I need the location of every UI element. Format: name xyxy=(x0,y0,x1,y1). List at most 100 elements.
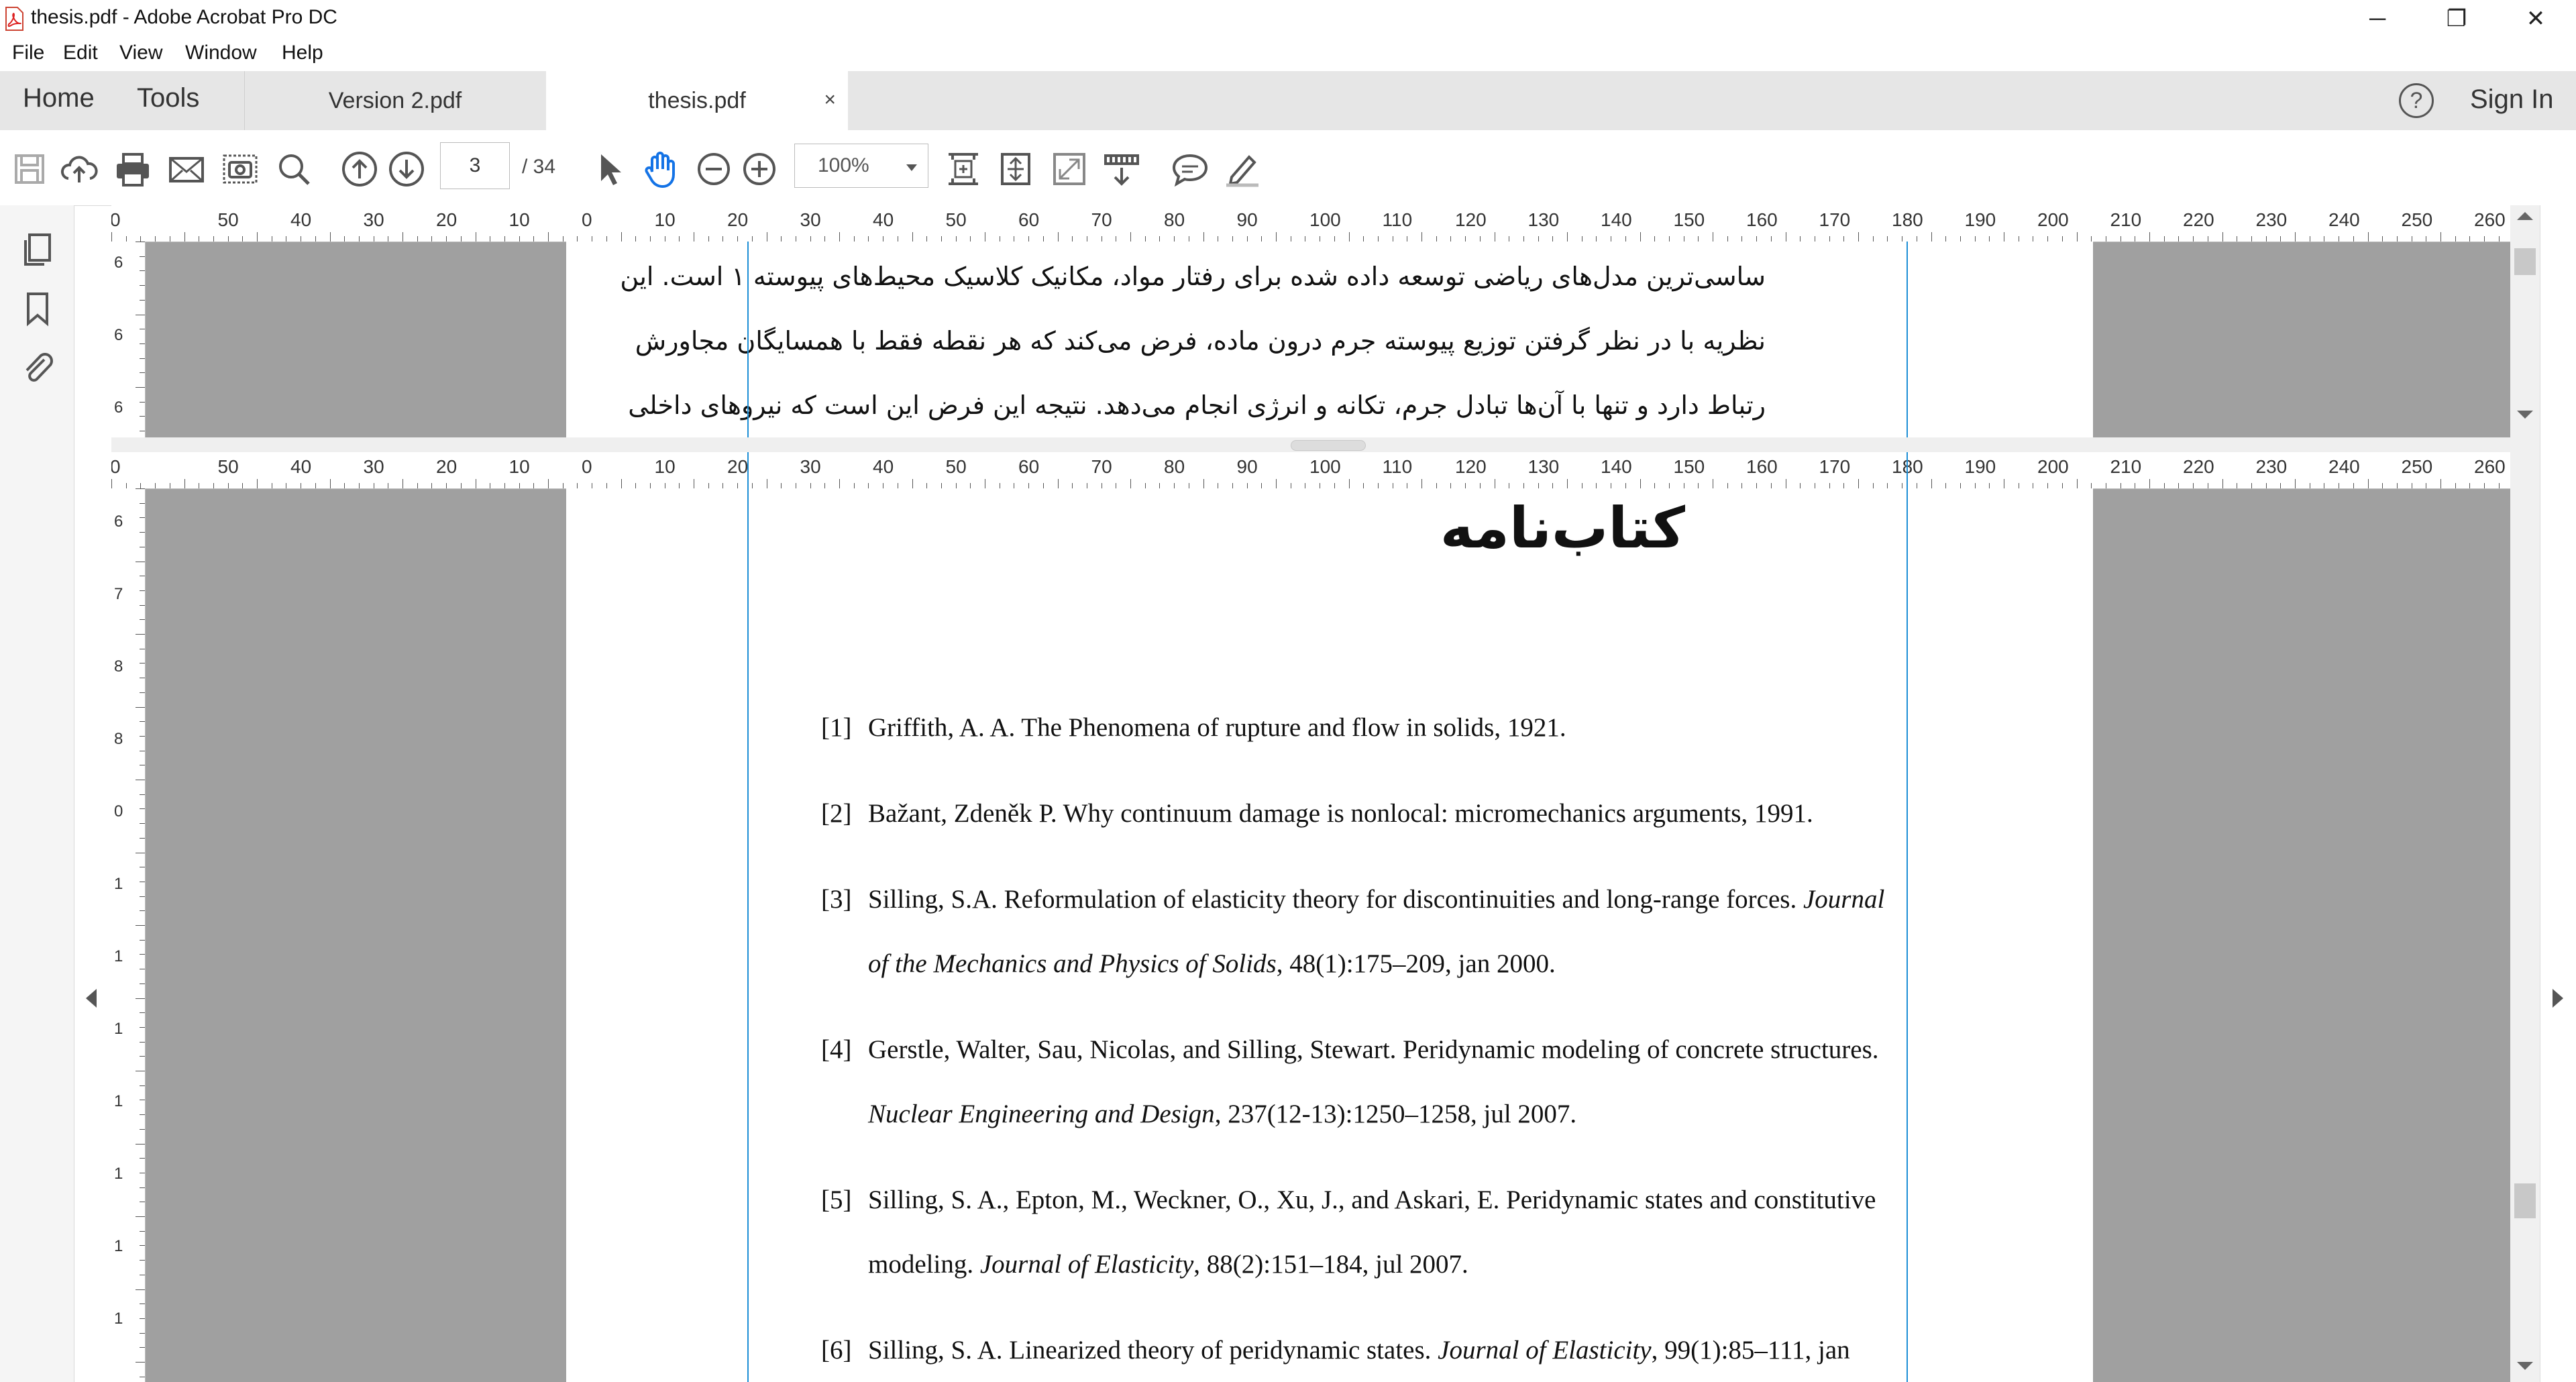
scroll-up-icon[interactable] xyxy=(2517,212,2533,220)
ruler-tick xyxy=(1072,236,1073,242)
ruler-tick xyxy=(2396,483,2398,488)
ruler-tick xyxy=(140,343,145,344)
ruler-tick xyxy=(1887,483,1888,488)
scroll-down-icon[interactable] xyxy=(2517,411,2533,419)
save-icon[interactable] xyxy=(9,149,50,189)
print-icon[interactable] xyxy=(113,149,153,189)
help-icon[interactable]: ? xyxy=(2399,83,2434,118)
margin-guide-left xyxy=(747,452,749,1382)
ruler-tick xyxy=(621,232,622,242)
zoom-in-icon[interactable] xyxy=(739,149,780,189)
ruler-tick xyxy=(1028,236,1030,242)
ruler-tick xyxy=(2251,483,2252,488)
upload-cloud-icon[interactable] xyxy=(59,149,99,189)
ruler-tick xyxy=(824,483,826,488)
paragraph-line-3: رتباط دارد و تنها با آن‌ها تبادل جرم، تک… xyxy=(628,390,1766,420)
ruler-tick xyxy=(649,236,651,242)
ruler-tick xyxy=(955,236,957,242)
menu-view[interactable]: View xyxy=(119,42,162,64)
scrollbar-thumb[interactable] xyxy=(2514,1183,2536,1218)
ruler-tick xyxy=(1887,236,1888,242)
ruler-tick xyxy=(1960,236,1961,242)
ruler-tick xyxy=(140,590,145,591)
ruler-tick xyxy=(1523,236,1524,242)
toolbar: 3 / 34 100% xyxy=(0,130,2576,206)
ruler-tick xyxy=(1596,483,1597,488)
ruler-tick xyxy=(1727,236,1728,242)
next-page-icon[interactable] xyxy=(386,149,427,189)
ruler-tick xyxy=(140,735,145,737)
ruler-tick xyxy=(140,1026,145,1028)
close-window-button[interactable]: ✕ xyxy=(2498,0,2573,38)
snapshot-icon[interactable] xyxy=(220,149,260,189)
margin-guide-right xyxy=(1907,242,1908,437)
highlight-icon[interactable] xyxy=(1222,149,1263,189)
ruler-label: 0 xyxy=(111,456,121,477)
zoom-level-select[interactable]: 100% xyxy=(794,144,928,188)
ruler-tick xyxy=(1232,236,1233,242)
ruler-label: 0 xyxy=(582,209,592,230)
email-icon[interactable] xyxy=(166,149,207,189)
left-navigation-pane xyxy=(0,205,97,1382)
ruler-tick xyxy=(970,236,971,242)
menu-window[interactable]: Window xyxy=(185,42,257,64)
ruler-tick xyxy=(213,483,214,488)
close-tab-icon[interactable]: × xyxy=(824,89,836,111)
ruler-label: 40 xyxy=(873,456,894,477)
ruler-tick xyxy=(417,483,418,488)
tools-tab[interactable]: Tools xyxy=(137,83,199,113)
splitter-grip[interactable] xyxy=(1291,440,1366,451)
home-tab[interactable]: Home xyxy=(23,83,95,113)
full-screen-icon[interactable] xyxy=(1049,149,1089,189)
split-pane-divider[interactable] xyxy=(111,437,2510,452)
menu-help[interactable]: Help xyxy=(282,42,323,64)
scroll-down-icon[interactable] xyxy=(2517,1362,2533,1370)
vertical-scrollbar[interactable] xyxy=(2510,205,2540,1382)
search-icon[interactable] xyxy=(274,149,314,189)
tab-version-2[interactable]: Version 2.pdf xyxy=(246,71,545,130)
menu-edit[interactable]: Edit xyxy=(63,42,98,64)
expand-right-pane-icon[interactable] xyxy=(2553,989,2563,1008)
ruler-tick xyxy=(155,483,156,488)
ruler-tick xyxy=(1246,236,1248,242)
margin-guide-left xyxy=(747,242,749,437)
document-viewer[interactable]: 0 50 40 30 20 10 0 10 20 30 40 50 60 70 80 90 100 110 120 1… xyxy=(111,205,2510,1382)
tab-label: Version 2.pdf xyxy=(328,87,462,113)
menu-file[interactable]: File xyxy=(12,42,44,64)
comment-icon[interactable] xyxy=(1170,149,1210,189)
restore-button[interactable]: ❐ xyxy=(2419,0,2494,38)
page-number-input[interactable]: 3 xyxy=(440,142,510,189)
ruler-tick xyxy=(2149,232,2150,242)
ruler-tick xyxy=(941,236,942,242)
scrollbar-thumb-top[interactable] xyxy=(2514,248,2536,275)
bookmarks-icon[interactable] xyxy=(19,290,56,327)
collapse-left-pane-icon[interactable] xyxy=(86,989,97,1008)
ruler-tick xyxy=(853,236,855,242)
scrolling-mode-icon[interactable] xyxy=(996,149,1036,189)
attachments-icon[interactable] xyxy=(19,349,56,386)
zoom-out-icon[interactable] xyxy=(694,149,734,189)
ruler-tick xyxy=(140,401,145,403)
ruler-label: 0 xyxy=(114,802,123,820)
ruler-label: 130 xyxy=(1527,209,1560,230)
fit-page-icon[interactable] xyxy=(943,149,983,189)
read-mode-icon[interactable] xyxy=(1102,149,1142,189)
ruler-tick xyxy=(344,236,345,242)
ruler-label: 160 xyxy=(1746,209,1778,230)
window-title: thesis.pdf - Adobe Acrobat Pro DC xyxy=(31,6,337,28)
ruler-tick xyxy=(1872,236,1874,242)
close-icon: ✕ xyxy=(2526,6,2546,32)
sign-in-button[interactable]: Sign In xyxy=(2470,85,2554,115)
previous-page-icon[interactable] xyxy=(339,149,380,189)
ruler-tick xyxy=(1363,483,1364,488)
select-tool-icon[interactable] xyxy=(589,149,629,189)
ruler-tick xyxy=(140,1260,145,1261)
ruler-label: 190 xyxy=(1964,456,1996,477)
tab-thesis[interactable]: thesis.pdf × xyxy=(546,71,848,130)
ruler-tick xyxy=(737,236,739,242)
minimize-button[interactable]: ─ xyxy=(2340,0,2415,38)
hand-tool-icon[interactable] xyxy=(640,149,680,189)
ruler-tick xyxy=(136,1362,145,1363)
page-thumbnails-icon[interactable] xyxy=(19,231,56,268)
ruler-tick xyxy=(1377,483,1379,488)
